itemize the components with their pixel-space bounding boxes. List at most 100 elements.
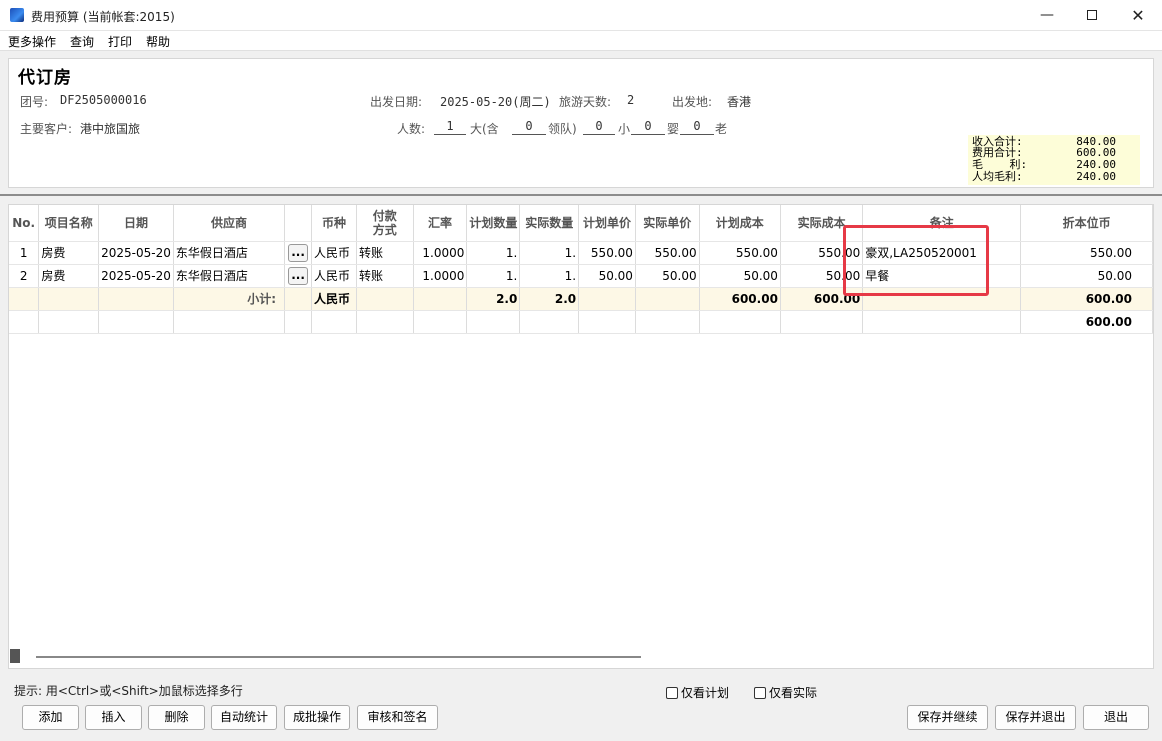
horizontal-scrollbar-thumb[interactable] xyxy=(10,649,20,663)
save-exit-button[interactable]: 保存并退出 xyxy=(995,705,1076,730)
panel-divider[interactable] xyxy=(0,194,1162,196)
menu-bar: 更多操作 查询 打印 帮助 xyxy=(0,31,1162,51)
footer: 提示: 用<Ctrl>或<Shift>加鼠标选择多行 仅看计划 仅看实际 添加 … xyxy=(0,676,1162,741)
empty-cell xyxy=(519,310,580,334)
cell-actual-price[interactable]: 50.00 xyxy=(635,264,700,288)
adults-field[interactable]: 1 xyxy=(434,119,466,135)
empty-cell xyxy=(9,310,40,334)
empty-cell xyxy=(38,287,100,311)
only-plan-label: 仅看计划 xyxy=(681,686,730,700)
col-header[interactable]: 汇率 xyxy=(413,205,468,242)
empty-cell xyxy=(780,310,864,334)
col-header[interactable]: 供应商 xyxy=(173,205,286,242)
depart-date-label: 出发日期: xyxy=(370,95,423,109)
horizontal-scrollbar-track[interactable] xyxy=(36,656,641,658)
elderly-field[interactable]: 0 xyxy=(680,119,714,135)
leaders-field[interactable]: 0 xyxy=(512,119,546,135)
maximize-button[interactable] xyxy=(1069,0,1115,31)
cell-plan-qty[interactable]: 1. xyxy=(466,241,521,265)
per-capita-profit-label: 人均毛利: xyxy=(972,170,1023,183)
cell-item[interactable]: 房费 xyxy=(38,264,100,288)
empty-cell xyxy=(98,287,174,311)
batch-operation-button[interactable]: 成批操作 xyxy=(284,705,350,730)
window-title: 费用预算 (当前帐套:2015) xyxy=(31,10,175,24)
cell-currency[interactable]: 人民币 xyxy=(311,264,357,288)
auto-stat-button[interactable]: 自动统计 xyxy=(211,705,277,730)
cell-no[interactable]: 1 xyxy=(9,241,40,265)
checkbox-icon xyxy=(754,687,766,699)
cell-currency[interactable]: 人民币 xyxy=(311,241,357,265)
cell-item[interactable]: 房费 xyxy=(38,241,100,265)
menu-query[interactable]: 查询 xyxy=(70,33,94,50)
only-plan-checkbox[interactable]: 仅看计划 xyxy=(666,684,729,701)
col-header[interactable]: 实际数量 xyxy=(519,205,580,242)
cell-actual-qty[interactable]: 1. xyxy=(519,241,580,265)
menu-more-operations[interactable]: 更多操作 xyxy=(8,33,56,50)
cell-payment[interactable]: 转账 xyxy=(356,241,414,265)
cell-rate[interactable]: 1.0000 xyxy=(413,241,468,265)
empty-cell xyxy=(284,287,313,311)
title-bar: 费用预算 (当前帐套:2015) — ✕ xyxy=(0,0,1162,31)
gross-profit-value: 240.00 xyxy=(1076,158,1116,171)
col-header[interactable]: 币种 xyxy=(311,205,357,242)
col-header[interactable]: No. xyxy=(9,205,40,242)
per-capita-profit-value: 240.00 xyxy=(1076,170,1116,183)
infants-field[interactable]: 0 xyxy=(631,119,665,135)
maximize-icon xyxy=(1087,10,1097,20)
supplier-picker-button[interactable]: ... xyxy=(288,243,309,262)
cell-date[interactable]: 2025-05-20 xyxy=(98,241,174,265)
col-header[interactable]: 日期 xyxy=(98,205,174,242)
cell-actual-qty[interactable]: 1. xyxy=(519,264,580,288)
subtotal-actual-qty: 2.0 xyxy=(519,287,580,311)
insert-button[interactable]: 插入 xyxy=(85,705,142,730)
supplier-picker-button[interactable]: ... xyxy=(288,266,309,285)
empty-cell xyxy=(466,310,521,334)
menu-print[interactable]: 打印 xyxy=(108,33,132,50)
page-title: 代订房 xyxy=(18,68,72,88)
cell-actual-price[interactable]: 550.00 xyxy=(635,241,700,265)
empty-cell xyxy=(578,287,636,311)
save-continue-button[interactable]: 保存并继续 xyxy=(907,705,988,730)
empty-cell xyxy=(413,310,468,334)
cell-plan-price[interactable]: 550.00 xyxy=(578,241,636,265)
close-button[interactable]: ✕ xyxy=(1115,0,1161,31)
col-header[interactable]: 计划成本 xyxy=(699,205,781,242)
delete-button[interactable]: 删除 xyxy=(148,705,205,730)
cell-plan-cost[interactable]: 50.00 xyxy=(699,264,781,288)
col-header[interactable] xyxy=(284,205,313,242)
cell-plan-qty[interactable]: 1. xyxy=(466,264,521,288)
col-header[interactable]: 项目名称 xyxy=(38,205,100,242)
empty-cell xyxy=(173,310,286,334)
cost-total-label: 费用合计: xyxy=(972,146,1023,159)
cell-no[interactable]: 2 xyxy=(9,264,40,288)
empty-cell xyxy=(699,310,781,334)
cell-payment[interactable]: 转账 xyxy=(356,264,414,288)
children-field[interactable]: 0 xyxy=(583,119,615,135)
leaders-text: 领队) xyxy=(548,122,577,136)
review-sign-button[interactable]: 审核和签名 xyxy=(357,705,438,730)
cell-date[interactable]: 2025-05-20 xyxy=(98,264,174,288)
cell-plan-cost[interactable]: 550.00 xyxy=(699,241,781,265)
cell-supplier[interactable]: 东华假日酒店 xyxy=(173,241,286,265)
menu-help[interactable]: 帮助 xyxy=(146,33,170,50)
col-header[interactable]: 计划单价 xyxy=(578,205,636,242)
checkbox-icon xyxy=(666,687,678,699)
col-header[interactable]: 计划数量 xyxy=(466,205,521,242)
cell-local-currency[interactable]: 550.00 xyxy=(1020,241,1153,265)
add-button[interactable]: 添加 xyxy=(22,705,79,730)
cell-supplier[interactable]: 东华假日酒店 xyxy=(173,264,286,288)
gross-profit-label: 毛 利: xyxy=(972,158,1028,171)
empty-cell xyxy=(356,287,414,311)
cell-local-currency[interactable]: 50.00 xyxy=(1020,264,1153,288)
exit-button[interactable]: 退出 xyxy=(1083,705,1149,730)
cell-plan-price[interactable]: 50.00 xyxy=(578,264,636,288)
infants-text: 婴 xyxy=(667,122,680,136)
col-header[interactable]: 折本位币 xyxy=(1020,205,1153,242)
only-actual-label: 仅看实际 xyxy=(769,686,818,700)
col-header[interactable]: 付款方式 xyxy=(356,205,414,242)
col-header[interactable]: 实际单价 xyxy=(635,205,700,242)
only-actual-checkbox[interactable]: 仅看实际 xyxy=(754,684,817,701)
origin-label: 出发地: xyxy=(672,95,713,109)
cell-rate[interactable]: 1.0000 xyxy=(413,264,468,288)
minimize-button[interactable]: — xyxy=(1024,0,1070,31)
